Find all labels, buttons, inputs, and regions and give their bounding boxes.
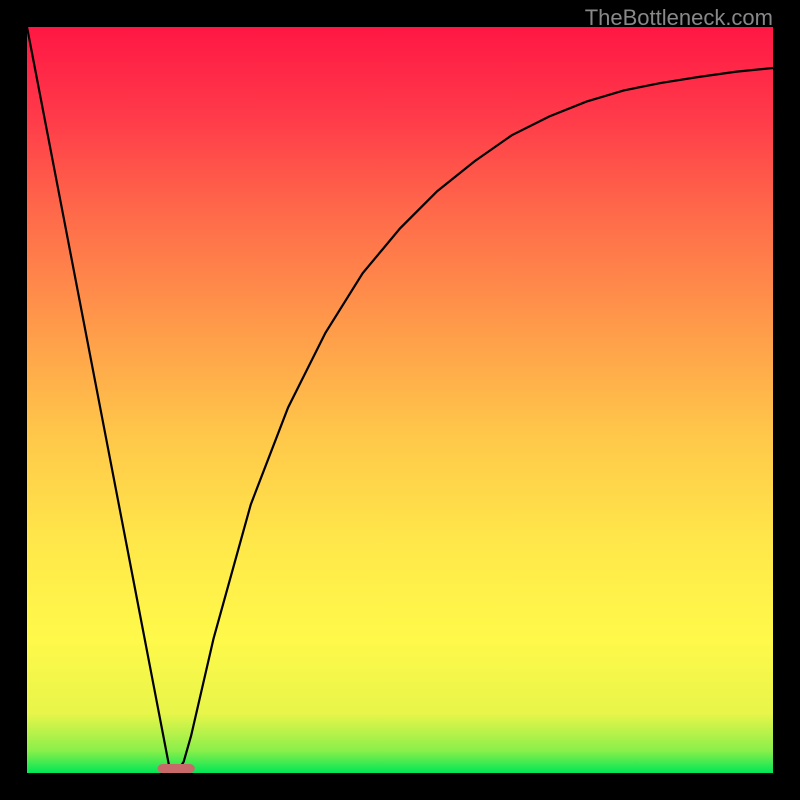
chart-background (27, 27, 773, 773)
optimal-marker (158, 764, 195, 773)
watermark-text: TheBottleneck.com (585, 5, 773, 31)
bottleneck-chart (27, 27, 773, 773)
chart-container (27, 27, 773, 773)
